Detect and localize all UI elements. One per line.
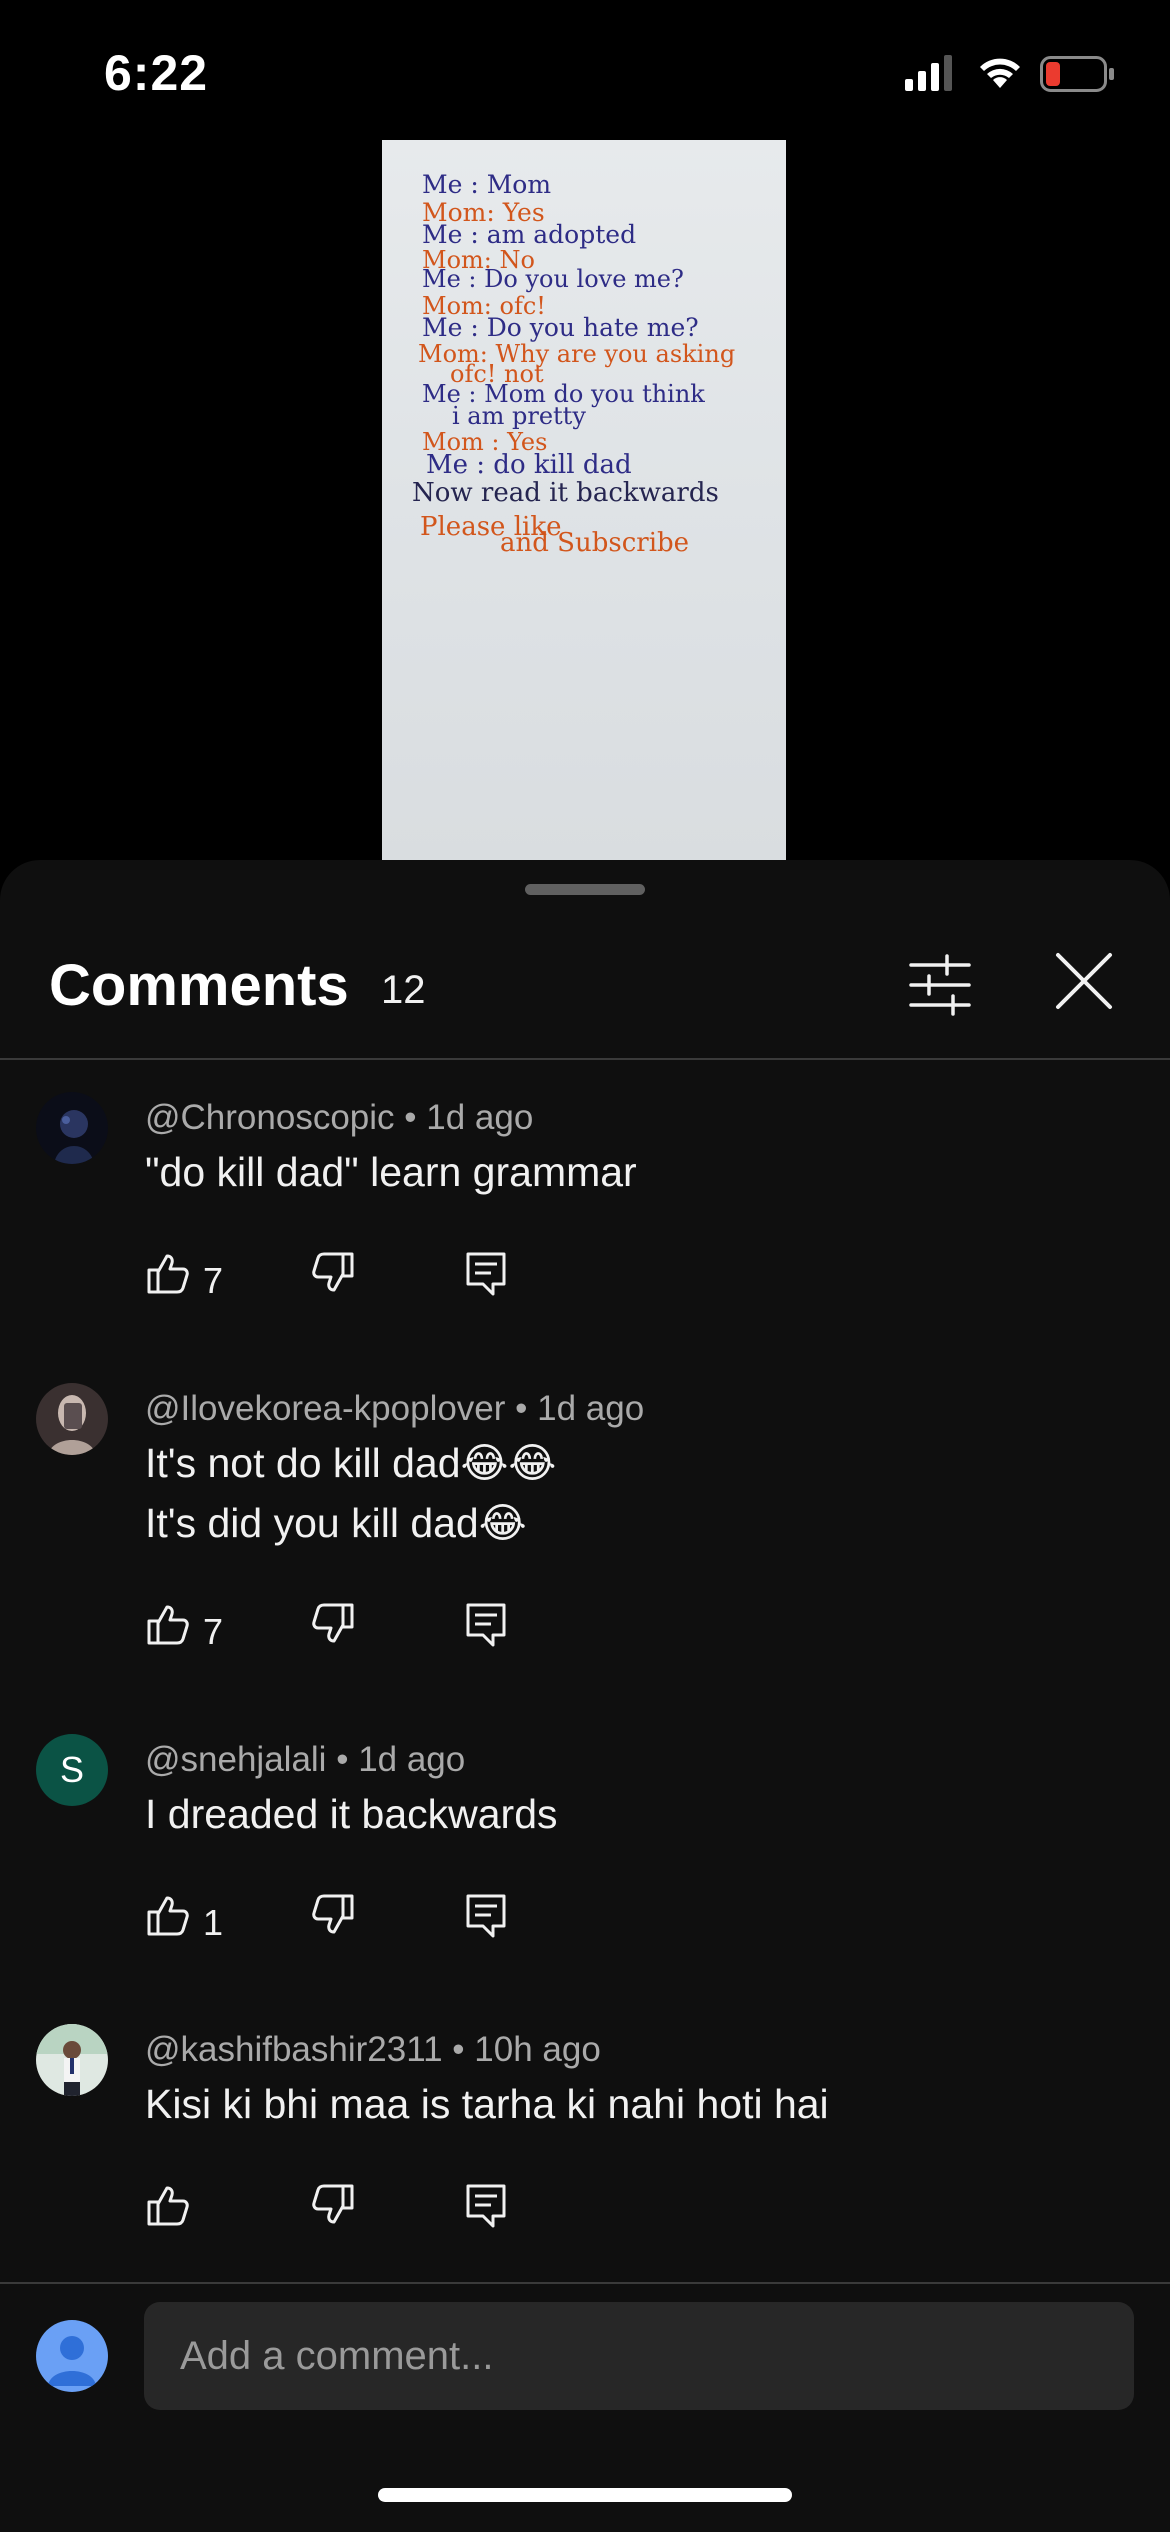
video-note-line: Me : do kill dad	[426, 450, 632, 480]
avatar-letter: S	[59, 1749, 84, 1790]
comment-line: Kisi ki bhi maa is tarha ki nahi hoti ha…	[145, 2081, 829, 2127]
thumbs-up-icon[interactable]	[145, 1601, 191, 1647]
comments-title: Comments	[49, 953, 349, 1018]
comment-text: It's not do kill dad😂😂 It's did you kill…	[145, 1433, 556, 1553]
sliders-icon[interactable]	[905, 950, 975, 1020]
thumbs-down-icon[interactable]	[310, 2182, 356, 2228]
avatar[interactable]	[36, 1383, 108, 1455]
comment-text: I dreaded it backwards	[145, 1784, 558, 1844]
comment-line: "do kill dad" learn grammar	[145, 1149, 637, 1195]
comment-author[interactable]: @kashifbashir2311	[145, 2030, 443, 2069]
comments-sheet: Comments 12 @Chronoscopic • 1d ago "do k…	[0, 860, 1170, 2532]
comment-author[interactable]: @Ilovekorea-kpoplover	[145, 1389, 505, 1428]
thumbs-up-icon[interactable]	[145, 2182, 191, 2228]
thumbs-down-icon[interactable]	[310, 1250, 356, 1296]
comments-count: 12	[381, 968, 426, 1012]
close-icon[interactable]	[1053, 950, 1115, 1012]
reply-icon[interactable]	[463, 1601, 509, 1647]
comment-text: "do kill dad" learn grammar	[145, 1142, 637, 1202]
meta-separator: •	[452, 2030, 475, 2069]
header-divider	[0, 1058, 1170, 1060]
comment-line: It's did you kill dad😂	[145, 1500, 527, 1546]
reply-icon[interactable]	[463, 1250, 509, 1296]
avatar[interactable]: S	[36, 1734, 108, 1806]
comment-line: It's not do kill dad😂😂	[145, 1440, 557, 1486]
like-count: 7	[203, 1611, 224, 1652]
composer-divider	[0, 2282, 1170, 2284]
thumbs-up-icon[interactable]	[145, 1250, 191, 1296]
video-note-line: Me : Mom	[422, 170, 552, 199]
video-note-line: Me : am adopted	[422, 220, 637, 249]
comment-time: 1d ago	[537, 1389, 645, 1428]
comment-time: 1d ago	[426, 1098, 534, 1137]
thumbs-down-icon[interactable]	[310, 1601, 356, 1647]
video-note-line: i am pretty	[452, 402, 586, 430]
comment-meta: @Chronoscopic • 1d ago	[145, 1098, 533, 1138]
video-note-line: Me : Do you love me?	[422, 265, 684, 293]
home-indicator[interactable]	[378, 2488, 792, 2502]
avatar[interactable]	[36, 1092, 108, 1164]
meta-separator: •	[336, 1740, 359, 1779]
comment-actions: 7	[145, 1601, 645, 1661]
comment-time: 10h ago	[474, 2030, 601, 2069]
comment-actions: 7	[145, 1250, 645, 1310]
meta-separator: •	[515, 1389, 538, 1428]
status-time: 6:22	[104, 45, 209, 101]
reply-icon[interactable]	[463, 2182, 509, 2228]
user-avatar-icon	[36, 2320, 108, 2392]
reply-icon[interactable]	[463, 1892, 509, 1938]
comment-time: 1d ago	[358, 1740, 466, 1779]
add-comment-input[interactable]	[144, 2302, 1134, 2410]
thumbs-down-icon[interactable]	[310, 1892, 356, 1938]
comment-line: I dreaded it backwards	[145, 1791, 558, 1837]
thumbs-up-icon[interactable]	[145, 1892, 191, 1938]
comment-author[interactable]: @Chronoscopic	[145, 1098, 395, 1137]
comment-author[interactable]: @snehjalali	[145, 1740, 326, 1779]
comment-actions	[145, 2182, 645, 2242]
wifi-icon	[980, 58, 1020, 88]
avatar[interactable]	[36, 2024, 108, 2096]
status-bar: 6:22	[0, 0, 1170, 140]
comment-meta: @snehjalali • 1d ago	[145, 1740, 465, 1780]
video-note-line: Me : Do you hate me?	[422, 313, 699, 342]
video-player[interactable]: Me : Mom Mom: Yes Me : am adopted Mom: No Me…	[382, 140, 786, 860]
comment-text: Kisi ki bhi maa is tarha ki nahi hoti ha…	[145, 2074, 829, 2134]
comment-meta: @kashifbashir2311 • 10h ago	[145, 2030, 601, 2070]
battery-icon	[1040, 56, 1114, 92]
video-note-line: and Subscribe	[500, 528, 690, 558]
like-count: 7	[203, 1260, 224, 1301]
comment-meta: @Ilovekorea-kpoplover • 1d ago	[145, 1389, 644, 1429]
comment-actions: 1	[145, 1892, 645, 1952]
sheet-drag-handle[interactable]	[525, 884, 645, 895]
video-note-line: Now read it backwards	[412, 478, 719, 508]
like-count: 1	[203, 1902, 224, 1943]
cellular-signal-icon	[905, 55, 952, 91]
meta-separator: •	[404, 1098, 427, 1137]
